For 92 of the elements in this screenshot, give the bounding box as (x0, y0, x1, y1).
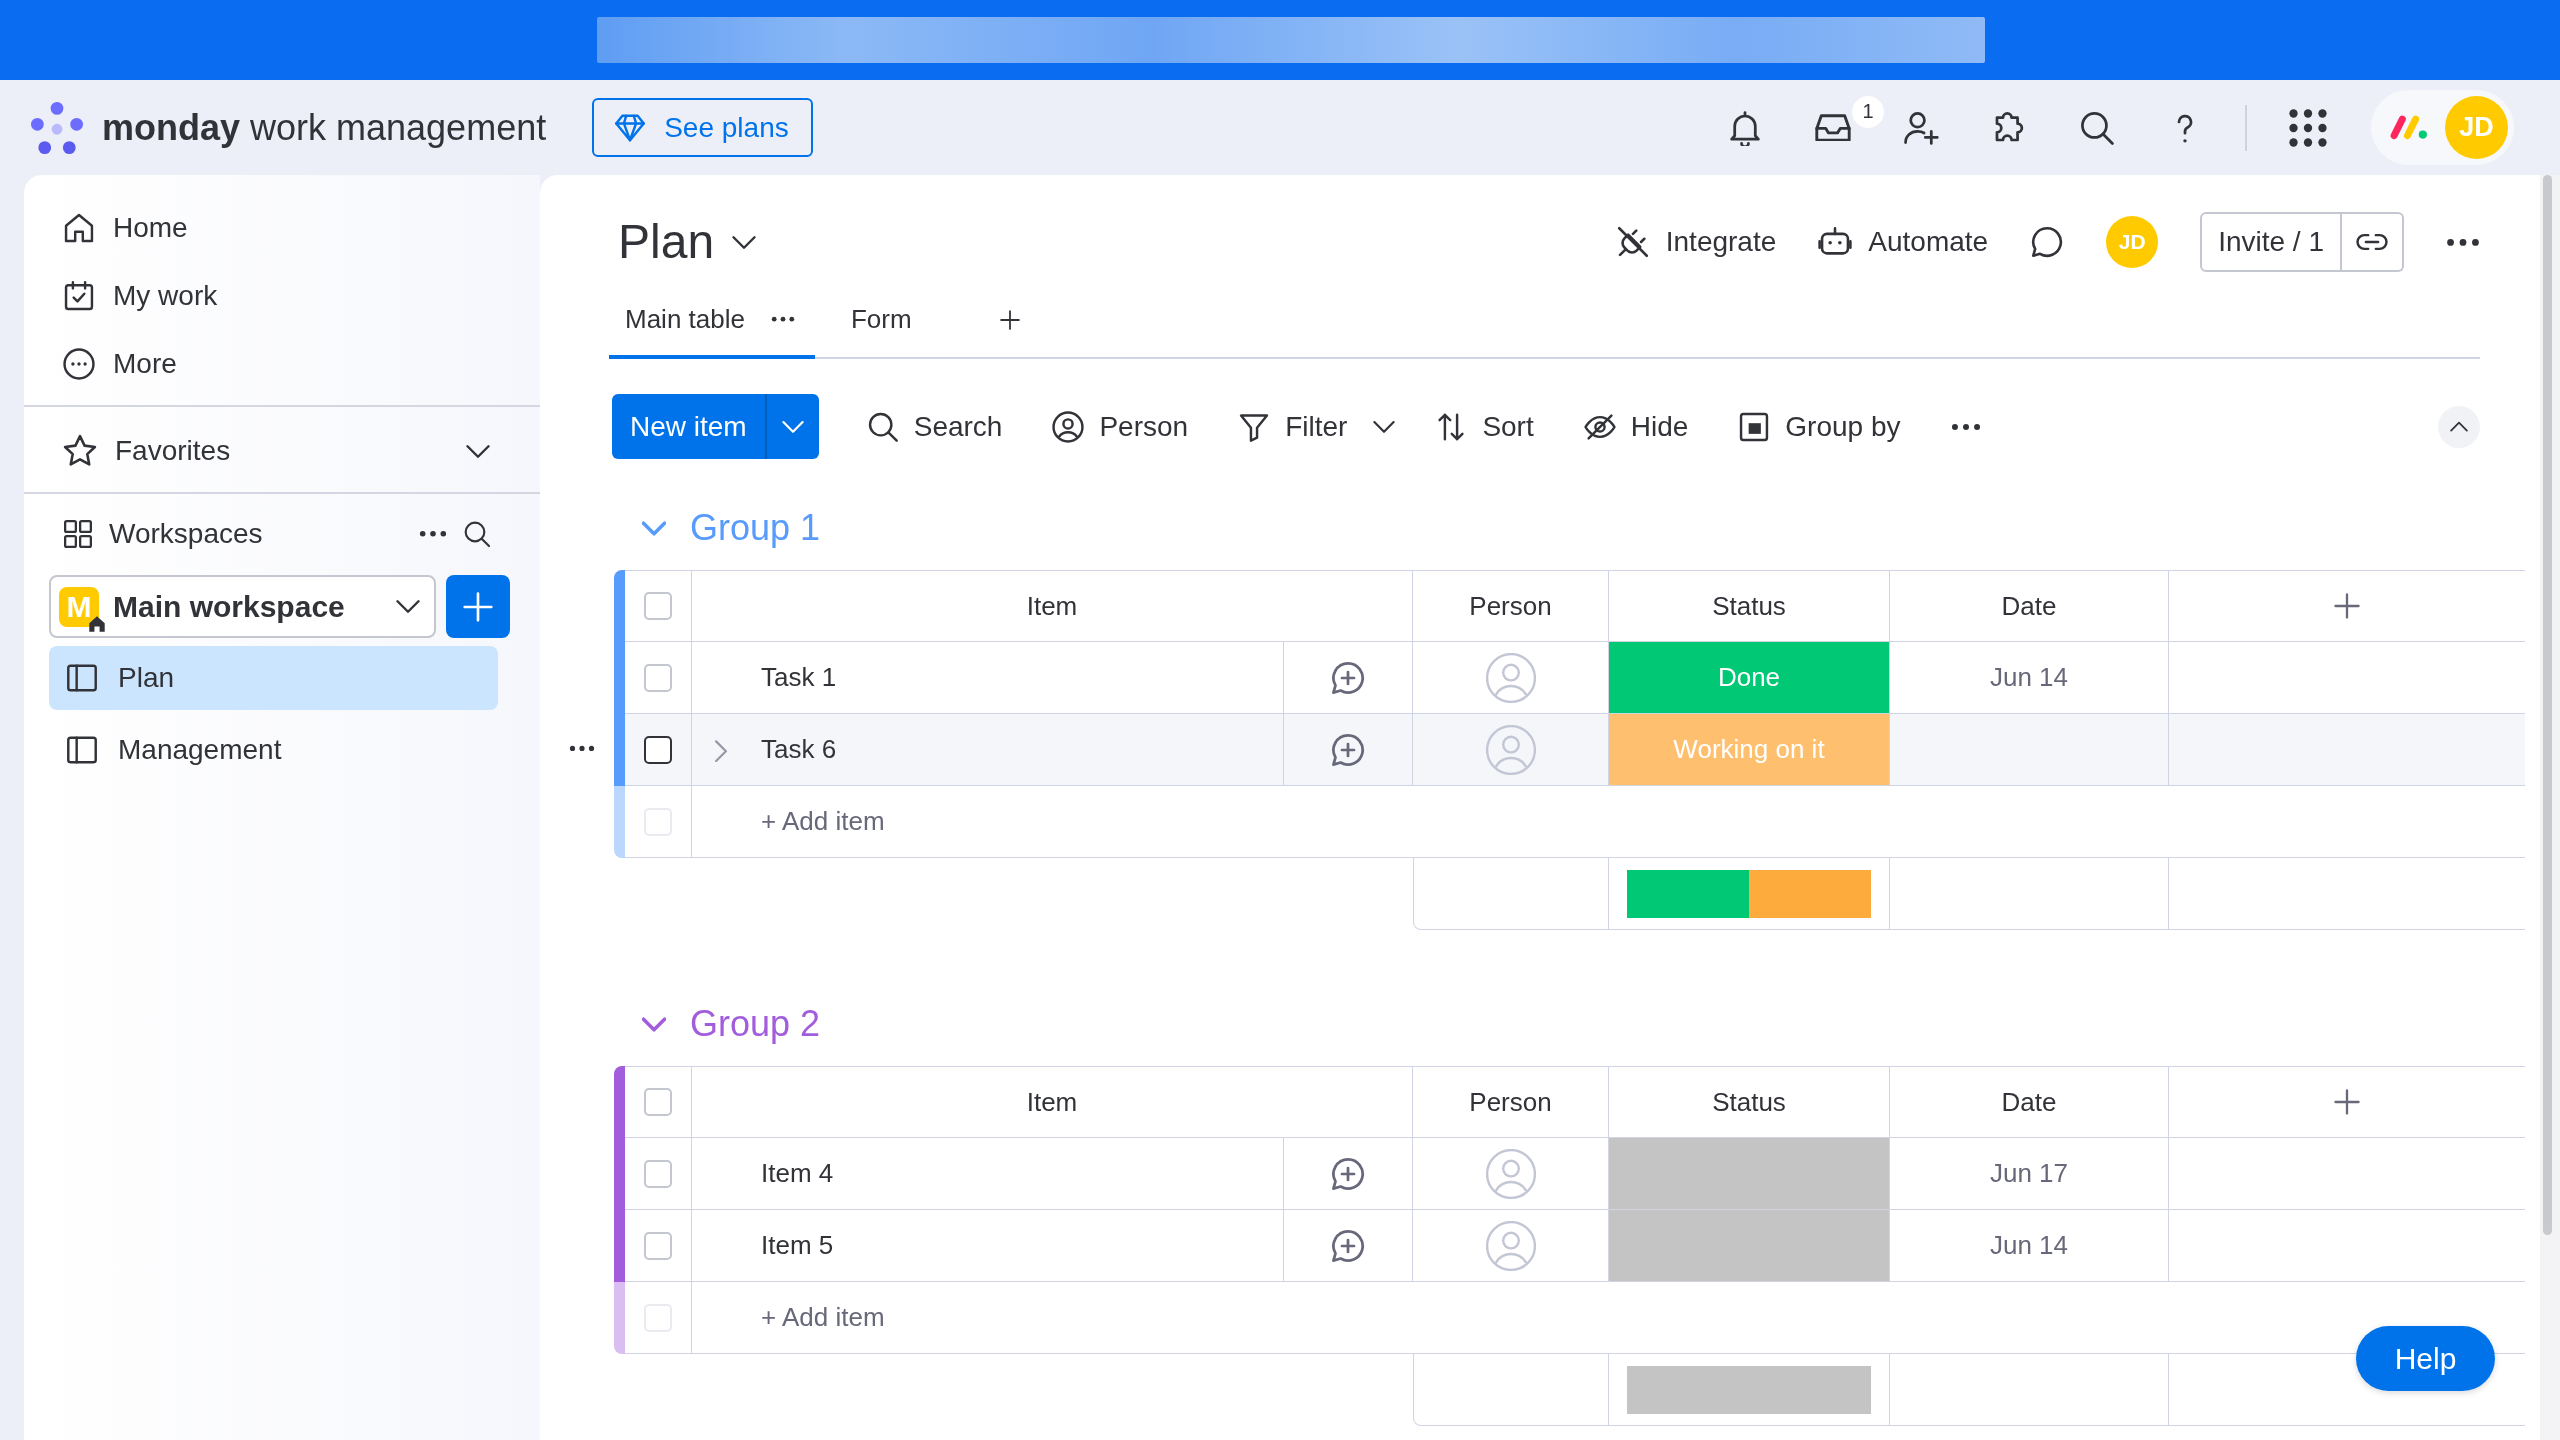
apps-grid-icon[interactable] (2289, 108, 2327, 147)
brand-name: monday work management (102, 106, 547, 149)
more-icon[interactable] (770, 315, 795, 323)
item-name[interactable]: Item 5 (761, 1230, 834, 1261)
search-icon[interactable] (2079, 109, 2115, 146)
notification-badge: 1 (1852, 95, 1884, 128)
invite-button[interactable]: Invite / 1 (2200, 212, 2342, 272)
search-icon (866, 410, 899, 443)
board-title: Plan (618, 218, 715, 266)
collapse-button[interactable] (2438, 405, 2480, 448)
view-tab[interactable]: Form (834, 283, 932, 359)
toolbar-button[interactable]: Hide (1573, 401, 1699, 452)
favorites-item[interactable]: Favorites (24, 417, 540, 485)
more-icon[interactable] (419, 530, 447, 538)
board-icon (66, 662, 98, 694)
chevron-icon[interactable] (1373, 419, 1396, 434)
view-tab[interactable]: Main table (609, 283, 815, 359)
new-item-button[interactable]: New item (612, 394, 765, 459)
search-icon[interactable] (463, 520, 491, 548)
chevron-up-icon (2450, 420, 2468, 433)
scrollbar-thumb[interactable] (2543, 175, 2552, 1235)
dots-circle-icon (63, 348, 95, 380)
speech-bubble-icon[interactable] (2030, 225, 2065, 259)
status-cell[interactable] (1609, 1210, 1890, 1282)
status-cell[interactable] (1609, 1138, 1890, 1210)
column-header: Item (692, 1066, 1413, 1138)
checkbox[interactable] (644, 735, 672, 764)
toolbar-button[interactable]: Filter (1228, 401, 1358, 452)
copy-link-button[interactable] (2342, 212, 2404, 272)
toolbar-button[interactable]: Group by (1728, 401, 1911, 452)
bell-icon[interactable] (1727, 109, 1763, 146)
column-header: Person (1413, 570, 1609, 642)
dropdown-button[interactable] (764, 394, 819, 459)
plus-icon[interactable] (999, 310, 1020, 330)
speech-bubble-plus-icon[interactable] (1330, 731, 1366, 768)
person-circle-icon (1052, 410, 1085, 443)
toolbar-button[interactable]: Search (856, 401, 1013, 452)
speech-bubble-plus-icon[interactable] (1330, 659, 1366, 696)
house-icon (88, 614, 106, 633)
nav-item[interactable]: More (24, 330, 540, 398)
layout-icon (1738, 410, 1771, 443)
home-icon (63, 212, 95, 244)
see-plans-button[interactable]: See plans (592, 98, 813, 157)
calendar-check-icon (63, 280, 95, 312)
toolbar-button[interactable]: Person (1042, 401, 1199, 452)
add-button[interactable] (446, 575, 510, 638)
dots-logo-icon (30, 100, 84, 155)
automate-button[interactable]: Automate (1818, 225, 1989, 259)
plus-icon (463, 591, 493, 622)
more-icon[interactable] (569, 745, 595, 752)
column-header: Date (1890, 570, 2169, 642)
item-name[interactable]: Item 4 (761, 1158, 834, 1189)
date-cell[interactable]: Jun 17 (1890, 1138, 2169, 1210)
board-item[interactable]: Plan (49, 646, 498, 710)
stripes-logo-icon (2389, 114, 2429, 141)
help-button[interactable]: Help (2356, 1326, 2495, 1391)
nav-item[interactable]: My work (24, 262, 540, 330)
nav-item[interactable]: Home (24, 194, 540, 262)
group-title[interactable]: Group 2 (690, 1003, 821, 1045)
speech-bubble-plus-icon[interactable] (1330, 1155, 1366, 1192)
more-icon[interactable] (1950, 422, 1981, 431)
star-icon (63, 434, 97, 468)
grid-icon (63, 519, 93, 549)
board-item[interactable]: Management (49, 718, 498, 782)
section-title: Workspaces (109, 518, 263, 550)
plus-icon[interactable] (2334, 1089, 2360, 1115)
plus-icon[interactable] (2334, 593, 2360, 619)
plug-icon (1615, 225, 1650, 259)
column-header: Person (1413, 1066, 1609, 1138)
more-icon[interactable] (2446, 237, 2480, 247)
column-header: Item (692, 570, 1413, 642)
workspace-badge: M (59, 586, 99, 627)
column-header: Status (1609, 1066, 1890, 1138)
workspace-dropdown[interactable]: M Main workspace (49, 575, 436, 638)
person-add-icon[interactable] (1903, 109, 1939, 146)
chevron-icon (396, 599, 420, 614)
inbox-icon[interactable] (1815, 113, 1851, 142)
board-icon (66, 734, 98, 766)
toolbar-button[interactable]: Sort (1425, 401, 1544, 452)
integrate-button[interactable]: Integrate (1615, 225, 1777, 259)
add-item-field[interactable]: + Add item (692, 786, 2525, 858)
item-name[interactable]: Task 1 (761, 662, 837, 693)
chevron-icon[interactable] (732, 234, 757, 250)
item-name[interactable]: Task 6 (761, 734, 837, 765)
group-edge (614, 1282, 625, 1354)
chevron-icon (781, 419, 804, 434)
chevron-right-icon[interactable] (714, 740, 728, 763)
group-edge (614, 786, 625, 858)
date-cell[interactable]: Jun 14 (1890, 1210, 2169, 1282)
speech-bubble-plus-icon[interactable] (1330, 1227, 1366, 1264)
column-header: Status (1609, 570, 1890, 642)
column-header: Date (1890, 1066, 2169, 1138)
